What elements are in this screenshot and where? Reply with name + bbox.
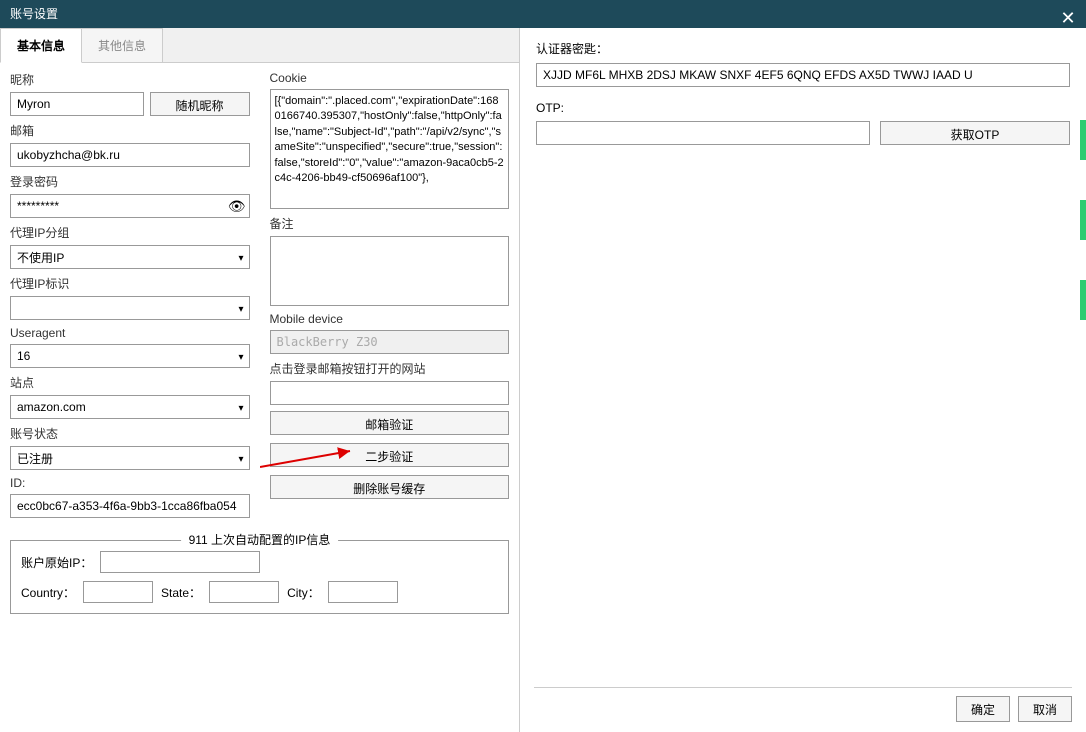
edge-indicator [1080,280,1086,320]
nickname-label: 昵称 [10,71,250,88]
left-panel: 基本信息 其他信息 昵称 随机昵称 邮箱 登录密码 [0,28,520,732]
orig-ip-input[interactable] [100,551,260,573]
cookie-label: Cookie [270,71,510,85]
cancel-button[interactable]: 取消 [1018,696,1072,722]
city-label: City： [287,584,320,601]
edge-indicator [1080,200,1086,240]
get-otp-button[interactable]: 获取OTP [880,121,1070,145]
window-title: 账号设置 [10,7,58,21]
auth-key-input[interactable] [536,63,1070,87]
id-label: ID: [10,476,250,490]
status-select[interactable] [10,446,250,470]
titlebar: 账号设置 ✕ [0,0,1086,28]
auth-key-label: 认证器密匙： [536,40,1070,57]
proxy-group-select[interactable] [10,245,250,269]
email-input[interactable] [10,143,250,167]
tabs: 基本信息 其他信息 [0,28,519,63]
content-area: 基本信息 其他信息 昵称 随机昵称 邮箱 登录密码 [0,28,1086,732]
delete-cache-button[interactable]: 删除账号缓存 [270,475,510,499]
useragent-label: Useragent [10,326,250,340]
state-label: State： [161,584,201,601]
email-verify-button[interactable]: 邮箱验证 [270,411,510,435]
city-input[interactable] [328,581,398,603]
tab-basic-info[interactable]: 基本信息 [0,28,82,63]
cookie-textarea[interactable]: [{"domain":".placed.com","expirationDate… [270,89,510,209]
proxy-id-select[interactable] [10,296,250,320]
nickname-input[interactable] [10,92,144,116]
tab-other-info[interactable]: 其他信息 [81,28,163,62]
site-select[interactable] [10,395,250,419]
right-panel: 认证器密匙： OTP: 获取OTP 确定 取消 [520,28,1086,732]
form-area: 昵称 随机昵称 邮箱 登录密码 👁 [0,63,519,532]
form-col-right: Cookie [{"domain":".placed.com","expirat… [270,71,510,524]
email-label: 邮箱 [10,122,250,139]
otp-label: OTP: [536,101,1070,115]
ok-button[interactable]: 确定 [956,696,1010,722]
country-label: Country： [21,584,75,601]
status-label: 账号状态 [10,425,250,442]
proxy-group-label: 代理IP分组 [10,224,250,241]
eye-icon[interactable]: 👁 [228,198,246,215]
divider [534,687,1072,688]
form-col-left: 昵称 随机昵称 邮箱 登录密码 👁 [10,71,250,524]
id-input[interactable] [10,494,250,518]
mobile-device-input [270,330,510,354]
edge-indicator [1080,120,1086,160]
site-label: 站点 [10,374,250,391]
password-label: 登录密码 [10,173,250,190]
two-step-verify-button[interactable]: 二步验证 [270,443,510,467]
ip-info-group: 911 上次自动配置的IP信息 账户原始IP： Country： State： … [10,540,509,614]
proxy-id-label: 代理IP标识 [10,275,250,292]
ip-info-title: 911 上次自动配置的IP信息 [181,531,339,548]
password-input[interactable] [10,194,250,218]
remark-textarea[interactable] [270,236,510,306]
login-site-input[interactable] [270,381,510,405]
login-site-label: 点击登录邮箱按钮打开的网站 [270,360,510,377]
useragent-select[interactable] [10,344,250,368]
otp-input[interactable] [536,121,870,145]
remark-label: 备注 [270,215,510,232]
state-input[interactable] [209,581,279,603]
mobile-device-label: Mobile device [270,312,510,326]
orig-ip-label: 账户原始IP： [21,554,92,571]
country-input[interactable] [83,581,153,603]
random-nickname-button[interactable]: 随机昵称 [150,92,250,116]
